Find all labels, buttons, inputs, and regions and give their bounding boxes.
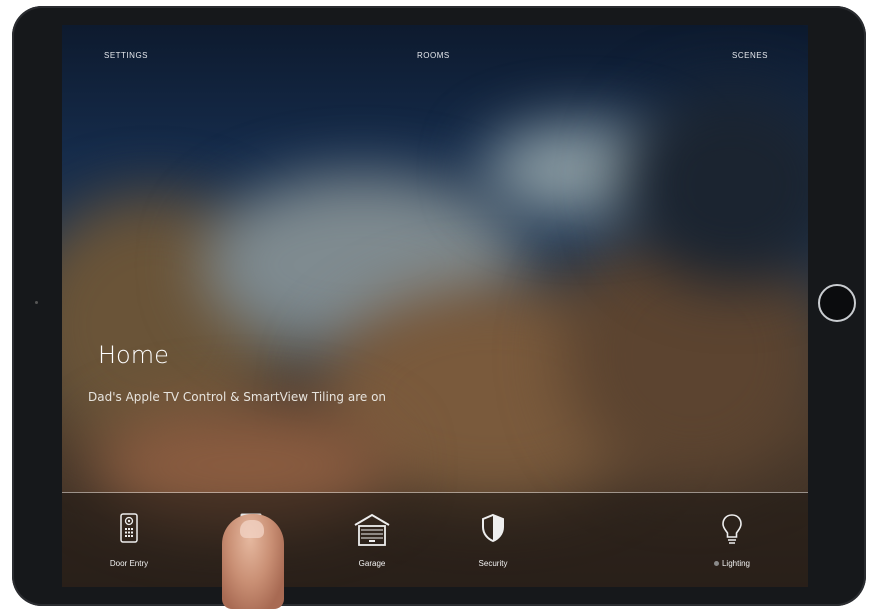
lightbulb-icon xyxy=(721,513,743,547)
tab-label: Security xyxy=(478,559,508,568)
intercom-icon xyxy=(120,513,138,545)
home-button[interactable] xyxy=(818,284,856,322)
tab-label: Garage xyxy=(358,559,386,568)
fingernail xyxy=(240,520,264,538)
shield-icon xyxy=(480,513,506,545)
top-navigation: SETTINGS ROOMS SCENES xyxy=(62,25,808,75)
tab-label: Door Entry xyxy=(109,559,149,568)
nav-scenes[interactable]: SCENES xyxy=(732,51,768,60)
tab-garage[interactable]: Garage xyxy=(327,511,417,571)
bottom-tab-bar: Door Entry Garage Security Lighting xyxy=(62,493,808,587)
tab-lighting[interactable]: Lighting xyxy=(687,511,777,571)
camera-dot xyxy=(35,301,38,304)
garage-icon xyxy=(352,513,392,549)
tab-security[interactable]: Security xyxy=(448,511,538,571)
tab-label-wrap: Lighting xyxy=(687,559,777,568)
nav-rooms[interactable]: ROOMS xyxy=(417,51,450,60)
tab-label: Lighting xyxy=(721,559,751,568)
tab-door-entry[interactable]: Door Entry xyxy=(84,511,174,571)
status-text: Dad's Apple TV Control & SmartView Tilin… xyxy=(88,390,387,404)
nav-settings[interactable]: SETTINGS xyxy=(104,51,148,60)
status-dot xyxy=(713,561,719,567)
app-screen: SETTINGS ROOMS SCENES Home Dad's Apple T… xyxy=(62,25,808,587)
page-title: Home xyxy=(98,341,169,369)
